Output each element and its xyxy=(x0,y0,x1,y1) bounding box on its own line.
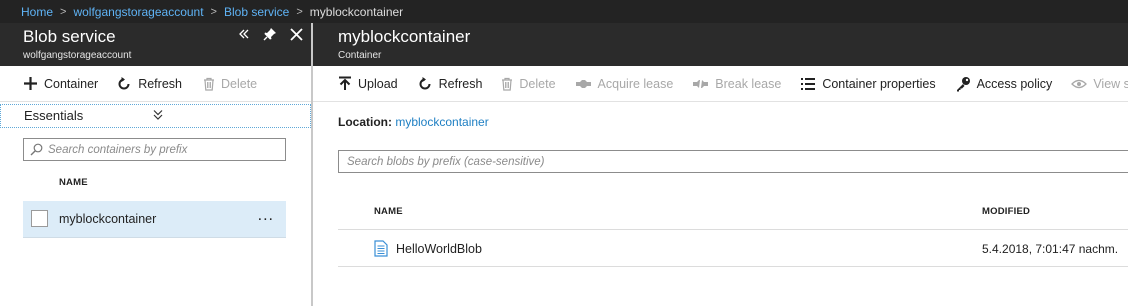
view-snapshots-button[interactable]: View snapsh xyxy=(1071,77,1128,91)
upload-label: Upload xyxy=(358,76,398,91)
pin-icon[interactable] xyxy=(263,27,277,41)
delete-label: Delete xyxy=(220,76,258,91)
blob-search-placeholder: Search blobs by prefix (case-sensitive) xyxy=(347,155,545,168)
break-lease-icon xyxy=(693,79,709,88)
document-icon xyxy=(374,240,388,257)
add-container-label: Container xyxy=(44,76,99,91)
container-name[interactable]: myblockcontainer xyxy=(59,212,156,226)
breadcrumb-blob-service-link[interactable]: Blob service xyxy=(224,5,289,19)
delete-label: Delete xyxy=(519,76,556,91)
add-container-button[interactable]: Container xyxy=(23,76,98,91)
more-options-icon[interactable]: ... xyxy=(258,207,274,225)
location-link[interactable]: myblockcontainer xyxy=(395,115,488,129)
modified-column-header[interactable]: MODIFIED xyxy=(982,206,1030,217)
refresh-button[interactable]: Refresh xyxy=(116,76,182,92)
refresh-icon xyxy=(419,76,431,89)
trash-icon xyxy=(502,77,513,91)
list-icon xyxy=(801,77,816,90)
refresh-icon xyxy=(118,76,130,89)
blade-header-controls xyxy=(238,27,303,41)
access-policy-label: Access policy xyxy=(976,76,1053,91)
chevron-double-down-icon xyxy=(153,110,163,120)
breadcrumb: Home > wolfgangstorageaccount > Blob ser… xyxy=(0,0,1128,23)
name-column-header[interactable]: NAME xyxy=(374,206,403,217)
name-column-header[interactable]: NAME xyxy=(59,177,88,188)
eye-icon xyxy=(1071,79,1088,88)
essentials-toggle[interactable]: Essentials xyxy=(0,104,311,128)
collapse-icon[interactable] xyxy=(238,28,250,40)
blade-header: myblockcontainer Container xyxy=(313,23,1128,66)
blob-service-blade: Blob service wolfgangstorageaccount Cont… xyxy=(0,23,311,306)
delete-button[interactable]: Delete xyxy=(203,77,257,91)
location-info: Location: myblockcontainer xyxy=(338,115,489,129)
blade-subtitle: wolfgangstorageaccount xyxy=(23,50,132,61)
breadcrumb-storage-account-link[interactable]: wolfgangstorageaccount xyxy=(73,5,203,19)
breadcrumb-separator-icon: > xyxy=(60,5,67,18)
search-icon xyxy=(30,143,43,156)
container-search-placeholder: Search containers by prefix xyxy=(48,143,188,156)
blade-title: Blob service xyxy=(23,27,116,46)
blob-modified: 5.4.2018, 7:01:47 nachm. xyxy=(982,242,1119,256)
blade-header: Blob service wolfgangstorageaccount xyxy=(0,23,311,66)
container-toolbar: Upload Refresh Delete Acquire lease Brea… xyxy=(313,66,1128,102)
view-snapshots-label: View snapsh xyxy=(1093,76,1128,91)
lease-icon xyxy=(575,79,591,88)
refresh-label: Refresh xyxy=(138,76,182,91)
container-properties-button[interactable]: Container properties xyxy=(800,76,936,91)
breadcrumb-current: myblockcontainer xyxy=(309,4,404,19)
acquire-lease-label: Acquire lease xyxy=(597,76,674,91)
upload-icon xyxy=(339,76,351,90)
breadcrumb-home-link[interactable]: Home xyxy=(21,5,53,19)
container-search-input[interactable]: Search containers by prefix xyxy=(23,138,286,161)
row-checkbox[interactable] xyxy=(31,210,48,227)
blob-search-input[interactable]: Search blobs by prefix (case-sensitive) xyxy=(338,150,1128,173)
breadcrumb-separator-icon: > xyxy=(210,5,217,18)
blade-title: myblockcontainer xyxy=(338,27,471,46)
plus-icon xyxy=(24,77,37,90)
blob-name[interactable]: HelloWorldBlob xyxy=(396,242,482,256)
key-icon xyxy=(956,76,970,91)
acquire-lease-button[interactable]: Acquire lease xyxy=(575,76,674,91)
access-policy-button[interactable]: Access policy xyxy=(955,76,1053,92)
blob-table-header: NAME MODIFIED xyxy=(338,200,1128,230)
breadcrumb-separator-icon: > xyxy=(296,5,303,18)
essentials-label: Essentials xyxy=(24,108,84,123)
refresh-label: Refresh xyxy=(438,76,483,91)
delete-button[interactable]: Delete xyxy=(501,76,556,91)
close-icon[interactable] xyxy=(290,27,303,41)
location-label: Location: xyxy=(338,115,392,129)
container-blade: myblockcontainer Container Upload Refres… xyxy=(313,23,1128,306)
refresh-button[interactable]: Refresh xyxy=(417,76,483,92)
trash-icon xyxy=(203,77,214,91)
blade-toolbar: Container Refresh Delete xyxy=(0,66,311,102)
upload-button[interactable]: Upload xyxy=(338,76,398,91)
blade-subtitle: Container xyxy=(338,50,382,61)
blob-row[interactable]: HelloWorldBlob 5.4.2018, 7:01:47 nachm. xyxy=(338,230,1128,267)
break-lease-button[interactable]: Break lease xyxy=(692,77,781,91)
break-lease-label: Break lease xyxy=(715,76,782,91)
container-row[interactable]: myblockcontainer ... xyxy=(23,201,286,238)
container-properties-label: Container properties xyxy=(822,76,936,91)
